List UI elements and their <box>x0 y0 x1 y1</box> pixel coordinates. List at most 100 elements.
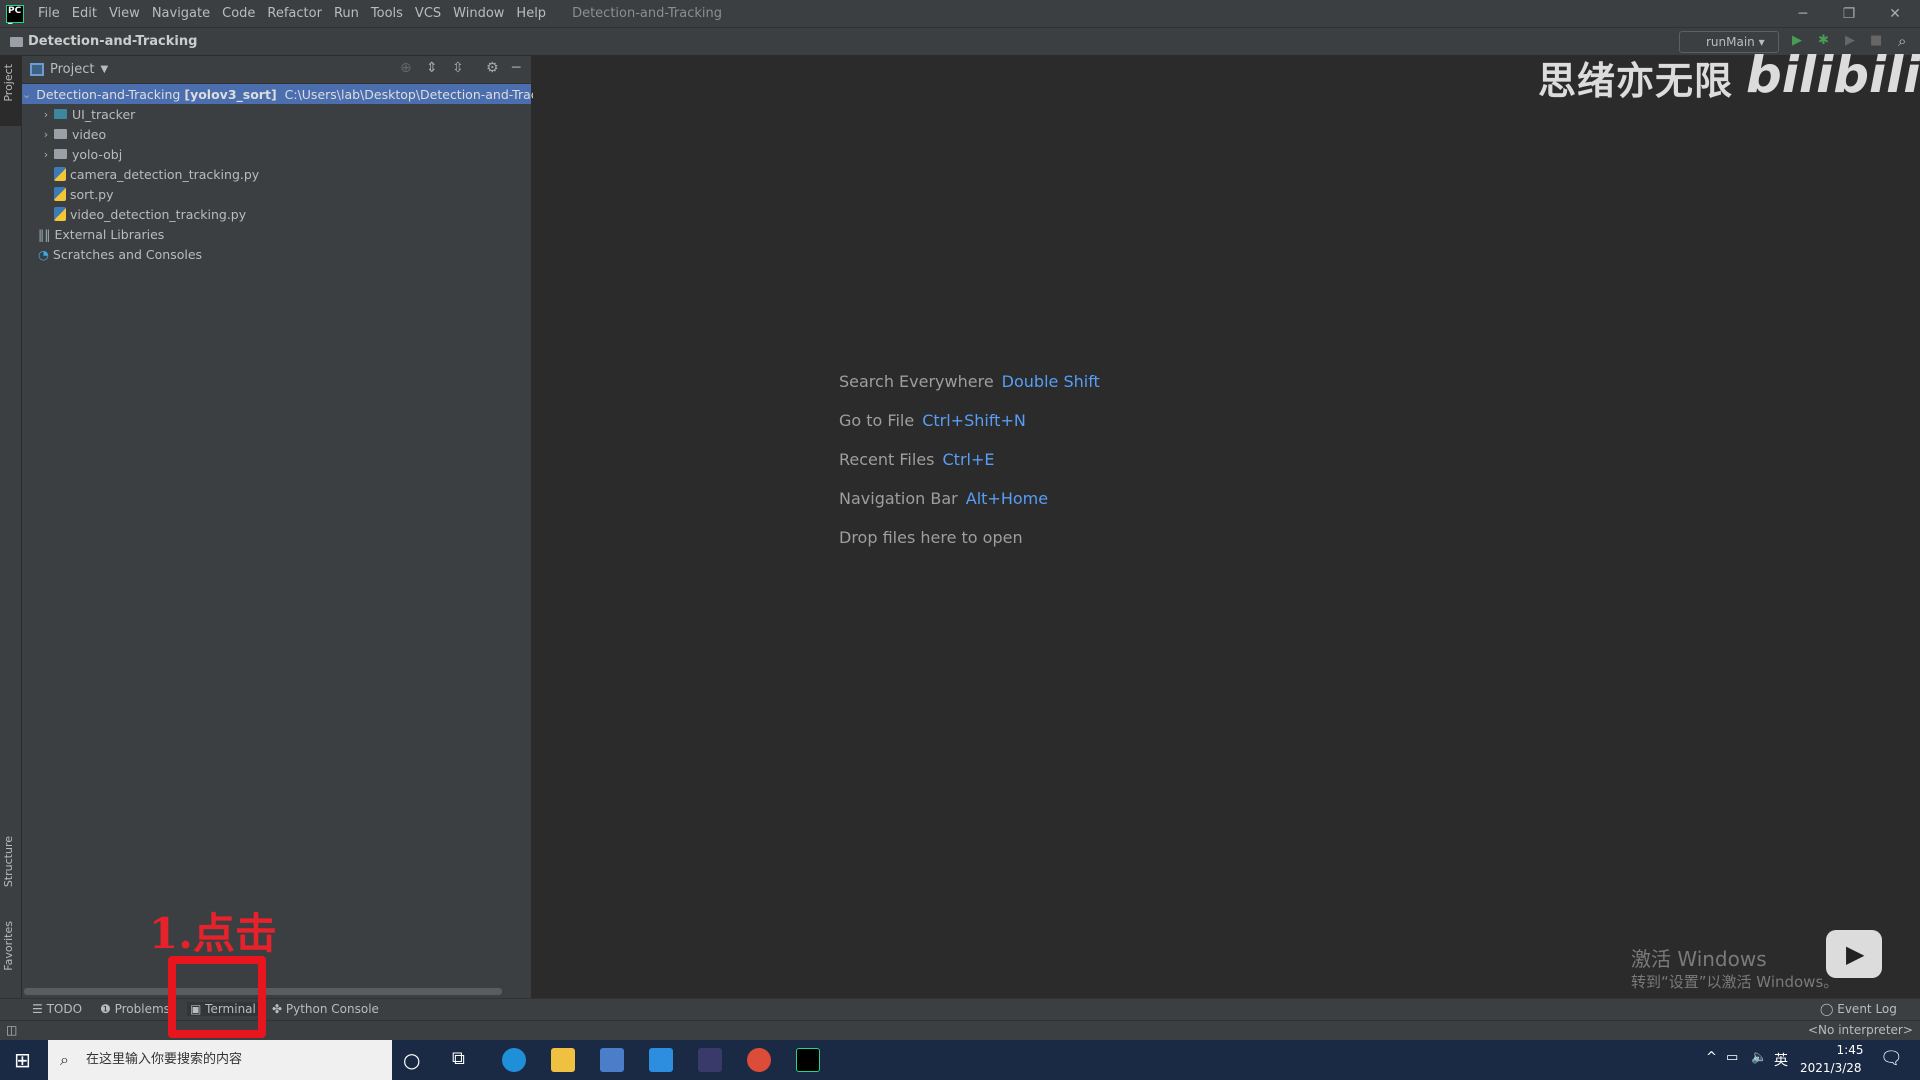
menu-view[interactable]: View <box>103 6 146 21</box>
hint-drop-files: Drop files here to open <box>839 528 1023 547</box>
file-explorer-icon[interactable] <box>551 1048 575 1072</box>
chevron-right-icon[interactable]: › <box>38 108 54 121</box>
menu-help[interactable]: Help <box>510 6 552 21</box>
chevron-right-icon[interactable]: › <box>38 128 54 141</box>
tree-item-scratches[interactable]: ◔ Scratches and Consoles <box>22 244 531 264</box>
menu-vcs[interactable]: VCS <box>409 6 447 21</box>
notification-icon[interactable]: 🗨 <box>1880 1048 1903 1069</box>
chevron-down-icon[interactable]: ⌄ <box>22 88 31 101</box>
bilibili-tv-icon: ▶ <box>1826 930 1882 978</box>
chrome-icon[interactable] <box>747 1048 771 1072</box>
chevron-down-icon[interactable]: ▼ <box>100 64 108 75</box>
menu-run[interactable]: Run <box>328 6 365 21</box>
menu-file[interactable]: File <box>32 6 66 21</box>
project-view-select[interactable]: Project <box>50 62 94 77</box>
problems-tab[interactable]: ❶ Problems <box>100 1002 170 1016</box>
close-button[interactable]: ✕ <box>1872 0 1918 28</box>
volume-icon[interactable]: 🔈 <box>1751 1050 1767 1065</box>
tree-item-external-libraries[interactable]: ‖‖ External Libraries <box>22 224 531 244</box>
project-tab[interactable]: Project <box>2 64 15 102</box>
tree-item-yolo-obj[interactable]: › yolo-obj <box>22 144 531 164</box>
hint-navigation-bar: Navigation Bar Alt+Home <box>839 489 1049 508</box>
editor-empty-area: Search Everywhere Double Shift Go to File… <box>533 56 1920 998</box>
library-icon: ‖‖ <box>38 226 51 242</box>
event-log-button[interactable]: ◯ Event Log <box>1820 1002 1897 1016</box>
tree-item-file[interactable]: sort.py <box>22 184 531 204</box>
left-tool-stripe: Project Structure Favorites <box>0 56 22 998</box>
expand-all-icon[interactable]: ⇕ <box>426 60 438 76</box>
python-console-tab[interactable]: ✤ Python Console <box>272 1002 379 1016</box>
annotation-text: 1.点击 <box>149 909 277 958</box>
item-label: yolo-obj <box>72 146 123 162</box>
windows-start-icon[interactable]: ⊞ <box>14 1048 31 1072</box>
pycharm-logo-icon: PC _ <box>6 4 24 24</box>
activate-windows-title: 激活 Windows <box>1631 947 1767 971</box>
hint-go-to-file: Go to File Ctrl+Shift+N <box>839 411 1026 430</box>
network-icon[interactable]: ▭ <box>1726 1050 1738 1065</box>
mail-icon[interactable] <box>649 1048 673 1072</box>
project-panel-header: Project ▼ ⊕ ⇕ ⇳ ⚙ ─ <box>22 56 531 84</box>
root-name: Detection-and-Tracking <box>36 86 181 102</box>
chevron-right-icon[interactable]: › <box>38 148 54 161</box>
clock-date[interactable]: 2021/3/28 <box>1800 1061 1862 1075</box>
collapse-all-icon[interactable]: ⇳ <box>452 60 464 76</box>
title-bar: PC _ File Edit View Navigate Code Refacto… <box>0 0 1920 28</box>
edge-icon[interactable] <box>502 1048 526 1072</box>
toggle-tool-windows-icon[interactable]: ◫ <box>6 1023 17 1037</box>
menu-refactor[interactable]: Refactor <box>261 6 328 21</box>
menu-code[interactable]: Code <box>216 6 261 21</box>
breadcrumb[interactable]: Detection-and-Tracking <box>28 34 197 49</box>
tree-item-ui-tracker[interactable]: › UI_tracker <box>22 104 531 124</box>
task-view-icon[interactable]: ⧉ <box>452 1048 465 1069</box>
search-placeholder: 在这里输入你要搜索的内容 <box>86 1052 243 1067</box>
item-label: camera_detection_tracking.py <box>70 166 260 182</box>
python-file-icon <box>54 207 66 221</box>
bilibili-logo: bilibili <box>1746 46 1920 104</box>
favorites-tab[interactable]: Favorites <box>2 921 15 971</box>
menu-navigate[interactable]: Navigate <box>146 6 216 21</box>
item-label: Scratches and Consoles <box>52 246 203 262</box>
hide-icon[interactable]: ─ <box>512 60 520 76</box>
interpreter-status[interactable]: <No interpreter> <box>1808 1023 1913 1037</box>
ime-indicator[interactable]: 英 <box>1774 1050 1788 1070</box>
gear-icon[interactable]: ⚙ <box>486 60 499 76</box>
root-env: [yolov3_sort] <box>184 86 277 102</box>
project-view-icon <box>30 63 44 76</box>
folder-icon <box>10 36 23 47</box>
item-label: video_detection_tracking.py <box>70 206 247 222</box>
folder-icon <box>54 129 67 139</box>
python-file-icon <box>54 167 66 181</box>
app-icon[interactable] <box>698 1048 722 1072</box>
menu-edit[interactable]: Edit <box>66 6 103 21</box>
cortana-icon[interactable]: ○ <box>403 1048 420 1072</box>
todo-tab[interactable]: ☰ TODO <box>32 1002 82 1016</box>
pycharm-taskbar-icon[interactable] <box>796 1048 820 1072</box>
minimize-button[interactable]: ─ <box>1780 0 1826 28</box>
clock-time[interactable]: 1:45 <box>1820 1043 1880 1057</box>
item-label: UI_tracker <box>72 106 136 122</box>
tool-window-bar: ☰ TODO ❶ Problems ▣ Terminal ✤ Python Co… <box>0 998 1920 1020</box>
store-icon[interactable] <box>600 1048 624 1072</box>
tray-chevron-icon[interactable]: ^ <box>1706 1050 1717 1065</box>
locate-icon[interactable]: ⊕ <box>400 60 412 76</box>
watermark-text: 思绪亦无限 <box>1538 59 1734 103</box>
python-file-icon <box>54 187 66 201</box>
tree-item-video[interactable]: › video <box>22 124 531 144</box>
activate-windows-subtitle: 转到“设置”以激活 Windows。 <box>1631 973 1839 991</box>
menu-tools[interactable]: Tools <box>365 6 409 21</box>
project-panel: Project ▼ ⊕ ⇕ ⇳ ⚙ ─ ⌄ Detection-and-Trac… <box>22 56 564 998</box>
menu-window[interactable]: Window <box>447 6 510 21</box>
status-bar: ◫ <No interpreter> <box>0 1020 1920 1040</box>
tree-item-file[interactable]: camera_detection_tracking.py <box>22 164 531 184</box>
restore-button[interactable]: ❐ <box>1826 0 1872 28</box>
item-label: sort.py <box>70 186 114 202</box>
search-icon: ⌕ <box>60 1050 69 1069</box>
folder-icon <box>54 109 67 119</box>
root-path: C:\Users\lab\Desktop\Detection-and-Track… <box>284 86 565 102</box>
structure-tab[interactable]: Structure <box>2 836 15 887</box>
tree-item-file[interactable]: video_detection_tracking.py <box>22 204 531 224</box>
tree-root[interactable]: ⌄ Detection-and-Tracking [yolov3_sort] C… <box>22 84 564 104</box>
folder-icon <box>54 149 67 159</box>
item-label: video <box>72 126 107 142</box>
taskbar-search-input[interactable]: ⌕ 在这里输入你要搜索的内容 <box>48 1040 392 1080</box>
